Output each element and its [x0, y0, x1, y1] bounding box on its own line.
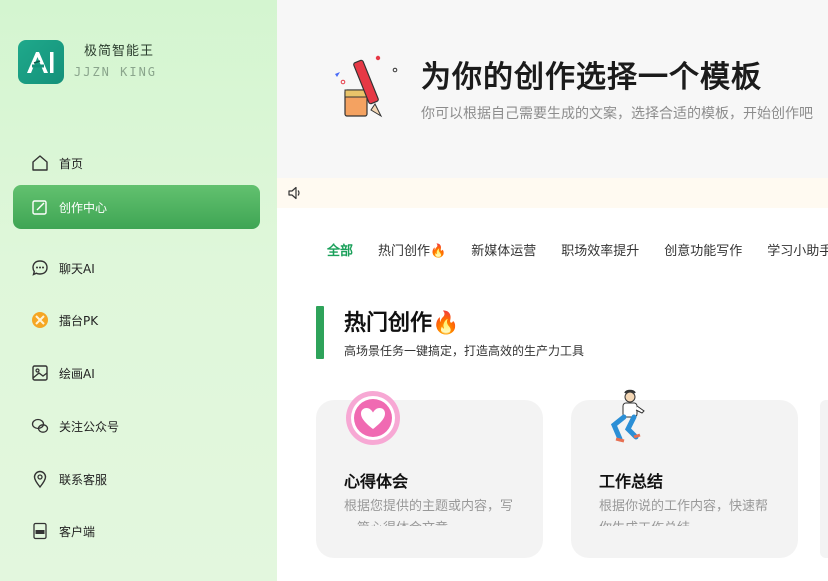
sidebar-item-draw-ai[interactable]: 绘画AI [13, 351, 260, 395]
sidebar-item-label: 聊天AI [59, 261, 95, 276]
sidebar-item-chat-ai[interactable]: 聊天AI [13, 246, 260, 290]
tab-hot[interactable]: 热门创作🔥 [378, 240, 446, 259]
app-icon [33, 522, 47, 540]
tab-new-media[interactable]: 新媒体运营 [471, 240, 536, 259]
brand-logo-icon[interactable] [18, 40, 64, 84]
category-tabs: 全部 热门创作🔥 新媒体运营 职场效率提升 创意功能写作 学习小助手 [327, 240, 828, 259]
home-icon [32, 155, 48, 171]
location-icon [33, 470, 47, 489]
sidebar-item-label: 关注公众号 [59, 419, 120, 434]
tab-study-helper[interactable]: 学习小助手 [767, 240, 828, 259]
person-illustration-icon [610, 389, 645, 443]
template-card-partial[interactable] [820, 400, 828, 558]
notice-bar [277, 178, 828, 208]
sidebar-item-pk[interactable]: 擂台PK [13, 298, 260, 342]
card-title: 心得体会 [344, 472, 409, 491]
tab-creative-writing[interactable]: 创意功能写作 [664, 240, 742, 259]
brand-subtitle: JJZN KING [74, 65, 158, 79]
section-title: 热门创作🔥 [344, 311, 460, 336]
brand-name: 极简智能王 [84, 44, 155, 59]
sidebar-item-home[interactable]: 首页 [13, 141, 260, 185]
pencil-cup-illustration-icon [335, 55, 398, 118]
card-description: 根据你说的工作内容，快速帮你生成工作总结 [599, 499, 769, 526]
hero-subtitle: 你可以根据自己需要生成的文案，选择合适的模板，开始创作吧 [421, 106, 813, 122]
wechat-icon [31, 418, 49, 433]
sidebar-item-client[interactable]: 客户端 [13, 509, 260, 553]
pk-badge-icon [32, 312, 48, 328]
sidebar-item-label: 首页 [59, 156, 84, 171]
sidebar-item-create[interactable]: 创作中心 [13, 185, 260, 229]
chat-icon [32, 260, 48, 276]
card-description: 根据您提供的主题或内容，写一篇心得体会文章 [344, 499, 514, 526]
card-title: 工作总结 [599, 472, 664, 491]
hero-title: 为你的创作选择一个模板 [421, 60, 762, 95]
heart-icon [346, 391, 400, 445]
sidebar-item-support[interactable]: 联系客服 [13, 457, 260, 501]
tab-workplace[interactable]: 职场效率提升 [561, 240, 639, 259]
hero-banner: 为你的创作选择一个模板 你可以根据自己需要生成的文案，选择合适的模板，开始创作吧 [277, 0, 828, 178]
image-icon [32, 365, 48, 381]
sidebar: 极简智能王 JJZN KING 首页 创作中心 聊天AI 擂台PK 绘画AI 关… [0, 0, 277, 581]
sidebar-item-label: 创作中心 [59, 200, 108, 215]
section-subtitle: 高场景任务一键搞定，打造高效的生产力工具 [344, 344, 585, 358]
tab-all[interactable]: 全部 [327, 240, 353, 259]
sidebar-item-label: 绘画AI [59, 366, 95, 381]
sidebar-item-label: 客户端 [59, 524, 96, 539]
speaker-icon[interactable] [287, 185, 303, 201]
sidebar-item-label: 擂台PK [59, 313, 99, 328]
sidebar-item-label: 联系客服 [59, 472, 108, 487]
sidebar-item-follow[interactable]: 关注公众号 [13, 404, 260, 448]
edit-icon [32, 200, 47, 215]
section-accent-bar [316, 306, 324, 359]
